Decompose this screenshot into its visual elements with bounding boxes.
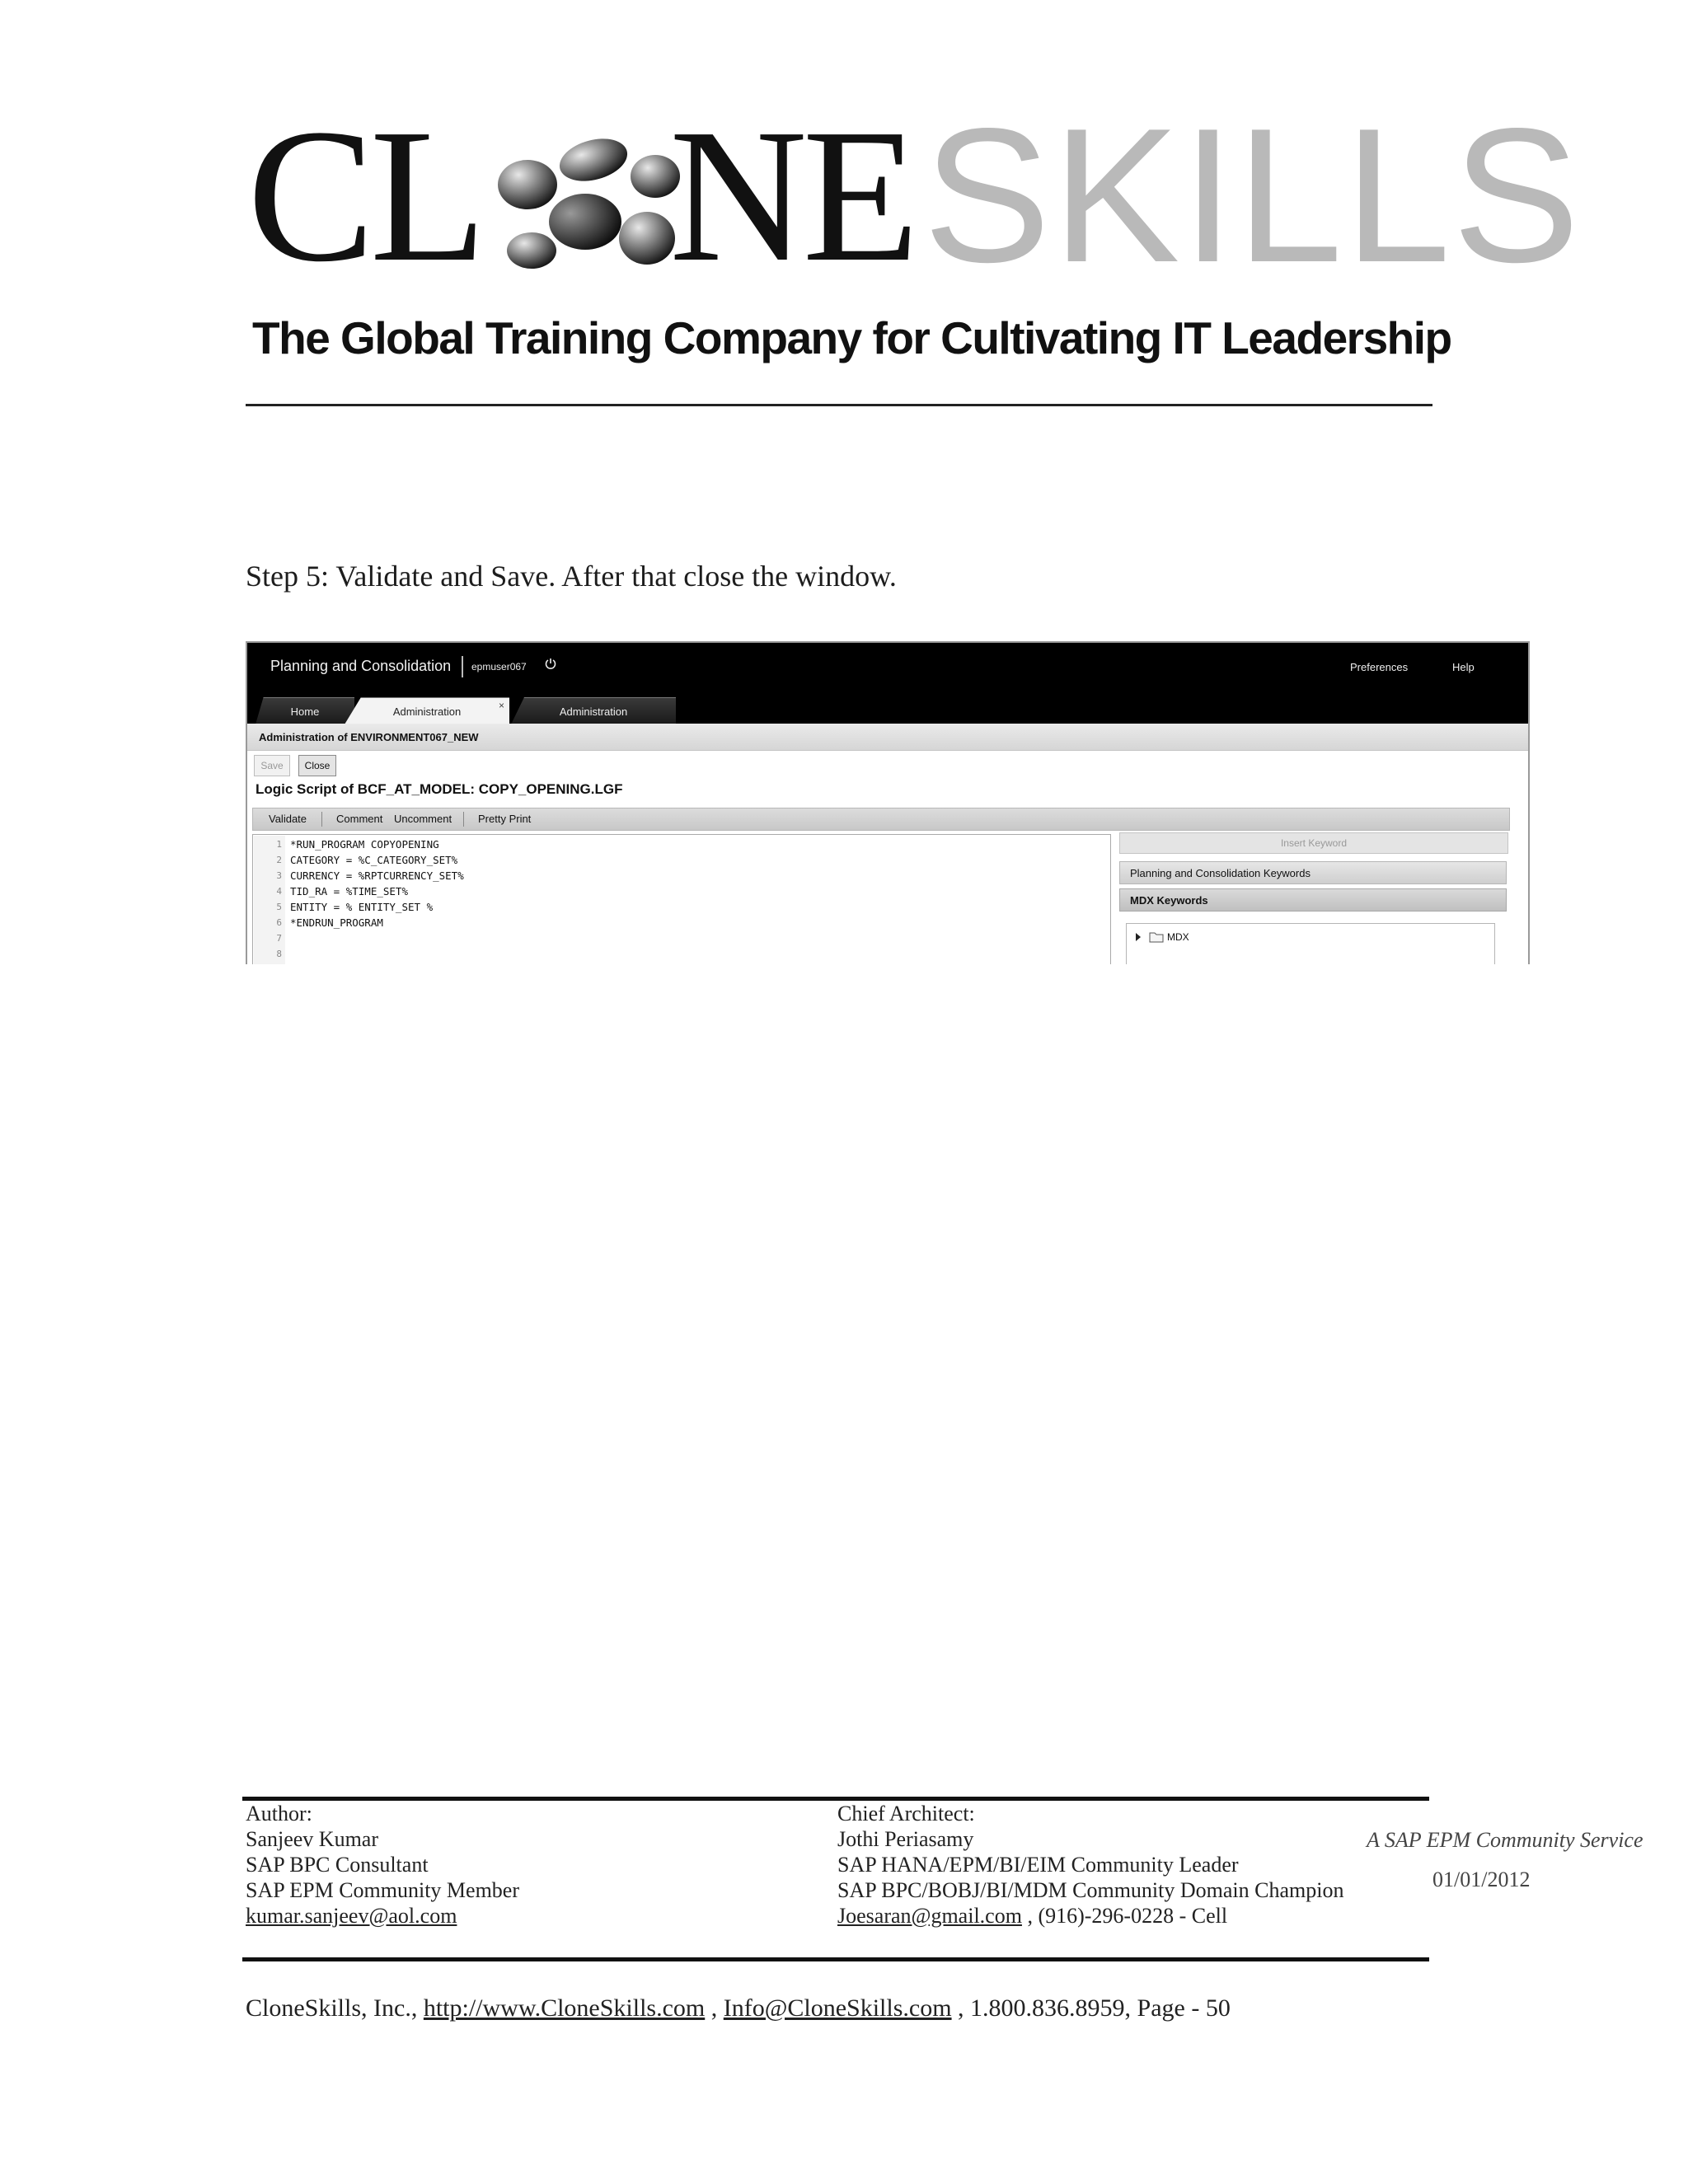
- folder-icon: [1149, 932, 1164, 943]
- architect-title: SAP BPC/BOBJ/BI/MDM Community Domain Cha…: [837, 1878, 1344, 1902]
- line-number: 2: [276, 855, 282, 865]
- architect-contact: Joesaran@gmail.com , (916)-296-0228 - Ce…: [837, 1904, 1227, 1929]
- author-title: SAP EPM Community Member: [246, 1878, 520, 1902]
- code-line: *ENDRUN_PROGRAM: [290, 916, 383, 929]
- author-email-link[interactable]: kumar.sanjeev@aol.com: [246, 1904, 457, 1929]
- architect-name: Jothi Periasamy: [837, 1827, 974, 1851]
- author-label: Author:: [246, 1802, 312, 1825]
- line-number: 7: [276, 933, 282, 944]
- comment-button[interactable]: Comment: [336, 813, 382, 825]
- code-line: CATEGORY = %C_CATEGORY_SET%: [290, 854, 458, 866]
- user-name: epmuser067: [471, 661, 527, 673]
- pretty-print-button[interactable]: Pretty Print: [478, 813, 531, 825]
- footer-divider-bottom: [242, 1957, 1429, 1961]
- preferences-link[interactable]: Preferences: [1350, 661, 1408, 673]
- architect-phone: , (916)-296-0228 - Cell: [1027, 1904, 1228, 1928]
- footer-divider-top: [242, 1797, 1429, 1801]
- line-number: 8: [276, 949, 282, 959]
- app-title: Planning and Consolidation: [270, 658, 452, 674]
- document-date: 01/01/2012: [1432, 1868, 1531, 1891]
- embedded-app-screenshot: Planning and Consolidation epmuser067 Pr…: [246, 641, 1530, 964]
- author-title: SAP BPC Consultant: [246, 1853, 429, 1877]
- toolbar-separator: [321, 812, 322, 827]
- tree-item-mdx[interactable]: MDX: [1167, 931, 1189, 943]
- keyword-tree: [1126, 923, 1495, 964]
- line-number: 3: [276, 870, 282, 881]
- header-divider: [246, 404, 1432, 406]
- step-instruction: Step 5: Validate and Save. After that cl…: [246, 560, 897, 593]
- code-line: ENTITY = % ENTITY_SET %: [290, 901, 434, 913]
- code-line: TID_RA = %TIME_SET%: [290, 885, 408, 898]
- subheader-title: Administration of ENVIRONMENT067_NEW: [259, 731, 479, 743]
- mdx-keywords-panel-header[interactable]: MDX Keywords: [1119, 888, 1507, 912]
- close-tab-icon[interactable]: ×: [499, 700, 504, 711]
- company-name: CloneSkills, Inc.,: [246, 1994, 418, 2022]
- separator: ,: [710, 1994, 718, 2022]
- line-number: 1: [276, 839, 282, 850]
- code-line: CURRENCY = %RPTCURRENCY_SET%: [290, 869, 464, 882]
- script-title: Logic Script of BCF_AT_MODEL: COPY_OPENI…: [256, 781, 623, 797]
- tagline: The Global Training Company for Cultivat…: [252, 312, 1452, 363]
- line-number: 4: [276, 886, 282, 897]
- uncomment-button[interactable]: Uncomment: [394, 813, 452, 825]
- company-contact-line: CloneSkills, Inc., http://www.CloneSkill…: [246, 1994, 1231, 2022]
- website-link[interactable]: http://www.CloneSkills.com: [424, 1994, 705, 2022]
- validate-button[interactable]: Validate: [269, 813, 307, 825]
- code-line: *RUN_PROGRAM COPYOPENING: [290, 838, 439, 851]
- expand-arrow-icon[interactable]: [1136, 933, 1141, 941]
- toolbar-separator: [463, 812, 464, 827]
- line-number: 6: [276, 917, 282, 928]
- save-button[interactable]: Save: [254, 755, 290, 776]
- info-email-link[interactable]: Info@CloneSkills.com: [724, 1994, 952, 2022]
- pc-keywords-panel-header[interactable]: Planning and Consolidation Keywords: [1119, 861, 1507, 884]
- help-link[interactable]: Help: [1452, 661, 1475, 673]
- tab-administration-active[interactable]: Administration ×: [345, 697, 509, 724]
- tab-home[interactable]: Home: [256, 697, 354, 724]
- community-service-label: A SAP EPM Community Service: [1367, 1828, 1643, 1852]
- logo-ovals-graphic: [498, 138, 680, 269]
- cloneskills-logo: CL NE SKILLS: [247, 89, 1582, 302]
- author-name: Sanjeev Kumar: [246, 1827, 379, 1851]
- close-button[interactable]: Close: [298, 755, 336, 776]
- architect-title: SAP HANA/EPM/BI/EIM Community Leader: [837, 1853, 1239, 1877]
- insert-keyword-button[interactable]: Insert Keyword: [1119, 832, 1508, 854]
- line-number: 5: [276, 902, 282, 912]
- phone-and-page: , 1.800.836.8959, Page - 50: [958, 1994, 1231, 2022]
- logoff-power-icon[interactable]: [544, 657, 557, 670]
- architect-label: Chief Architect:: [837, 1802, 975, 1825]
- tab-administration-2[interactable]: Administration: [511, 697, 676, 724]
- title-divider: [462, 656, 463, 677]
- architect-email-link[interactable]: Joesaran@gmail.com: [837, 1904, 1022, 1928]
